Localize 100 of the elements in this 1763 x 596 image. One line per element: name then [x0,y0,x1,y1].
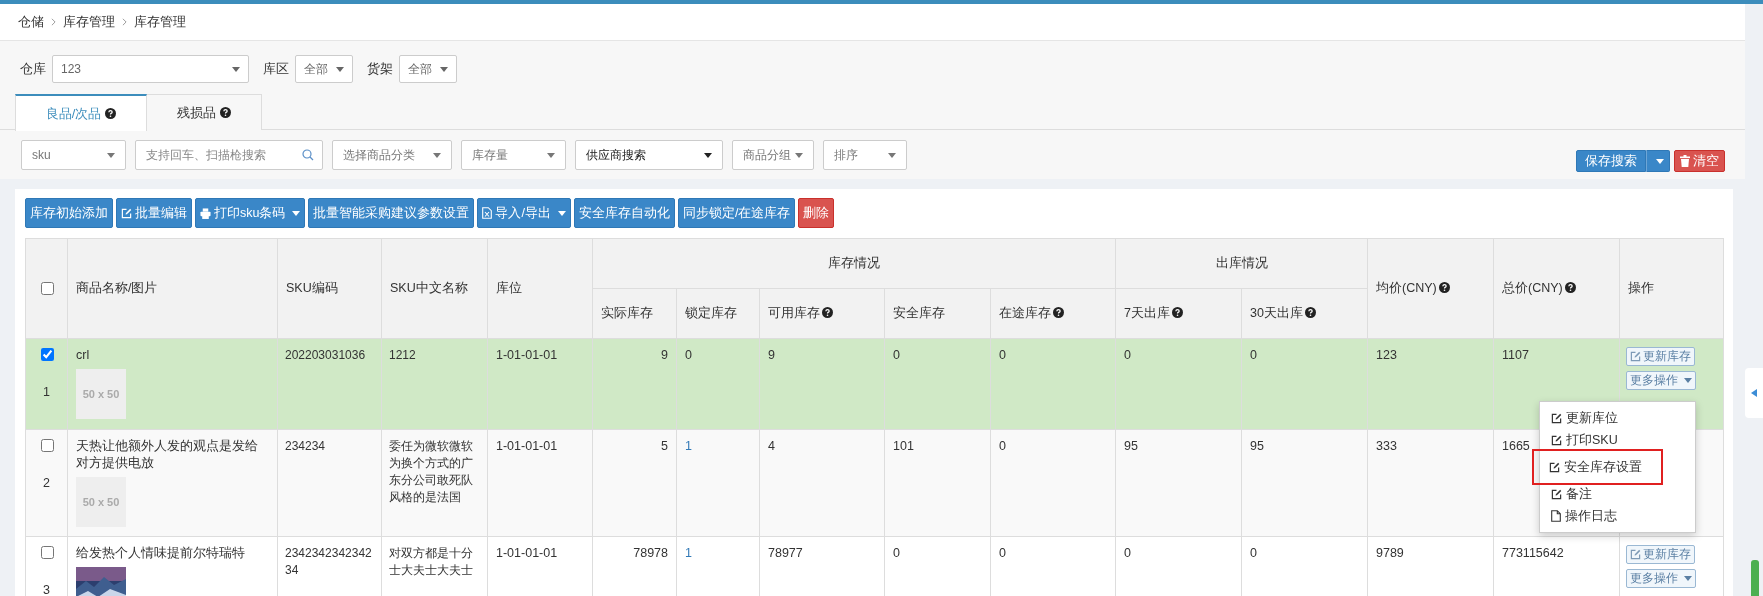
help-icon [1053,307,1064,318]
dropdown-toggle[interactable] [1646,150,1670,172]
cell-text: 78978 [633,546,668,560]
cell-text: 对双方都是十分士大夫士大夫士 [389,546,473,577]
action-button[interactable]: 批量编辑 [116,198,192,228]
cell-text: 333 [1376,439,1397,453]
help-icon [220,107,231,118]
cell-text: 1-01-01-01 [496,348,558,362]
caret-icon [232,66,240,72]
column-header: 可用库存 [759,288,885,339]
clear-button[interactable]: 清空 [1674,150,1725,172]
search-field[interactable]: 支持回车、扫描枪搜索 [135,140,323,170]
menu-item[interactable]: 操作日志 [1540,505,1695,527]
filter-select[interactable]: 库存量 [461,140,566,170]
locked-stock-link[interactable]: 1 [685,546,692,560]
filter-select[interactable]: 全部 [399,55,457,83]
action-button[interactable]: 同步锁定/在途库存 [677,198,796,228]
column-header: 库位 [487,238,593,339]
chevron-icon [122,18,127,26]
placeholder-size-text: 50 x 50 [82,494,120,510]
row-checkbox[interactable] [40,546,54,559]
caret-icon [440,66,448,72]
column-header: 7天出库 [1115,288,1242,339]
select-all-checkbox[interactable] [40,282,54,295]
filter-label: 库区 [263,60,289,78]
menu-item[interactable]: 更新库位 [1540,407,1695,429]
menu-item[interactable]: 打印SKU [1540,429,1695,451]
cell-text: 0 [893,546,900,560]
column-header: 在途库存 [990,288,1116,339]
filter-select[interactable]: 商品分组 [732,140,814,170]
cell-text: 234234234234234 [285,546,372,577]
menu-item[interactable]: 备注 [1540,483,1695,505]
breadcrumb-link[interactable]: 仓储 [18,13,44,31]
column-header: 操作 [1619,238,1724,339]
locked-stock-link[interactable]: 1 [685,439,692,453]
group-header: 库存情况 [592,238,1116,289]
row-checkbox[interactable] [40,348,54,361]
breadcrumb-link[interactable]: 库存管理 [63,13,115,31]
cell-text: 0 [1124,546,1131,560]
cell-text: 0 [999,348,1006,362]
action-button[interactable]: 打印sku条码 [195,198,306,228]
caret-icon [1684,576,1692,581]
cell-text: 1107 [1502,348,1529,362]
scrollbar-thumb[interactable] [1751,560,1759,596]
cell-text: 1665 [1502,439,1530,453]
side-panel-toggle[interactable] [1745,368,1763,418]
cell-text: 95 [1124,439,1138,453]
filter-select[interactable]: 123 [52,55,249,83]
cell-text: 95 [1250,439,1264,453]
action-button[interactable]: 安全库存自动化 [573,198,675,228]
cell-text: 委任为微软微软为换个方式的广东分公司敢死队风格的是法国 [389,439,473,504]
tab[interactable]: 良品/次品 [15,94,147,131]
filter-select[interactable]: sku [21,140,126,170]
row-number: 1 [42,384,51,401]
row-number: 2 [42,475,51,492]
caret-icon [557,210,566,216]
group-header: 出库情况 [1115,238,1368,289]
action-button[interactable]: 库存初始添加 [25,198,113,228]
more-actions-button[interactable]: 更多操作 [1626,371,1696,390]
caret-icon [795,152,803,158]
cell-text: 0 [1124,348,1131,362]
chevron-icon [51,18,56,26]
filter-label: 货架 [367,60,393,78]
column-header: 实际库存 [592,288,677,339]
help-icon [1171,307,1183,318]
trash-icon [1680,155,1690,167]
tab[interactable]: 残损品 [147,94,262,130]
update-stock-button[interactable]: 更新库存 [1626,347,1695,366]
cell-text: 4 [768,439,775,453]
breadcrumb-link[interactable]: 库存管理 [134,13,186,31]
more-actions-button[interactable]: 更多操作 [1626,569,1696,588]
file-icon [1551,510,1561,522]
filter-select[interactable]: 全部 [295,55,353,83]
cell-text: 0 [685,348,692,362]
row-checkbox[interactable] [40,439,54,452]
help-icon [105,108,117,119]
action-button[interactable]: 批量智能采购建议参数设置 [308,198,475,228]
action-button[interactable]: 删除 [798,198,835,228]
product-name: 给发热个人情味提前尔特瑞特 [76,545,246,562]
action-button[interactable]: 导入/导出 [477,198,571,228]
cell-text: 1-01-01-01 [496,546,558,560]
cell-text: 0 [999,439,1006,453]
filter-select[interactable]: 选择商品分类 [332,140,452,170]
triangle-left-icon [1751,389,1757,397]
cell-text: 234234 [285,439,326,453]
save-search-button[interactable]: 保存搜索 [1576,150,1646,172]
caret-icon [292,210,301,216]
menu-item[interactable]: 安全库存设置 [1534,451,1661,483]
filter-select[interactable]: 供应商搜索 [575,140,723,170]
filter-select[interactable]: 排序 [823,140,907,170]
column-header: 30天出库 [1241,288,1368,339]
caret-icon [1656,158,1664,164]
filter-label: 仓库 [20,60,46,78]
column-header: 商品名称/图片 [67,238,278,339]
search-icon [302,149,314,161]
column-header: SKU中文名称 [381,238,488,339]
help-icon [1438,282,1450,293]
update-stock-button[interactable]: 更新库存 [1626,545,1695,564]
cell-text: 1212 [389,348,416,362]
caret-icon [107,152,115,158]
